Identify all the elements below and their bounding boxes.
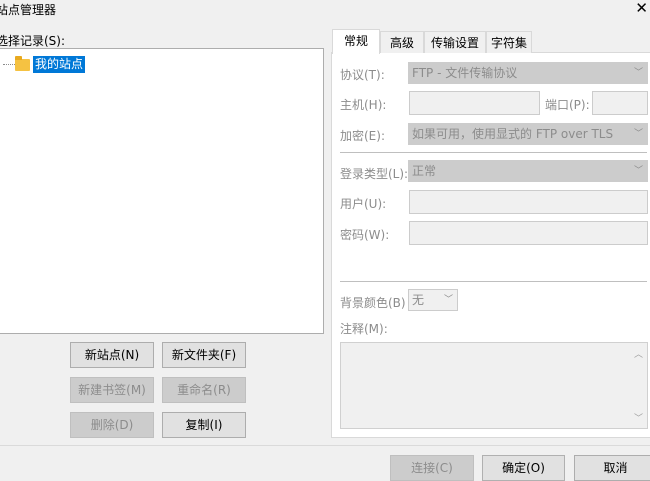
new-folder-button[interactable]: 新文件夹(F) <box>162 342 246 368</box>
user-input[interactable] <box>409 190 648 214</box>
encryption-value: 如果可用，使用显式的 FTP over TLS <box>412 127 614 141</box>
tree-node-my-sites[interactable]: 我的站点 <box>33 56 86 73</box>
connect-button[interactable]: 连接(C) <box>390 455 474 481</box>
tree-connector <box>3 64 15 65</box>
chevron-down-icon: ﹀ <box>633 166 643 176</box>
port-label: 端口(P): <box>545 98 590 112</box>
divider <box>340 281 647 282</box>
scroll-down-icon[interactable]: ﹀ <box>634 411 643 424</box>
ok-button[interactable]: 确定(O) <box>482 455 565 481</box>
chevron-down-icon: ﹀ <box>633 129 643 139</box>
chevron-down-icon: ﹀ <box>443 295 453 305</box>
background-color-value: 无 <box>412 293 425 307</box>
background-color-label: 背景颜色(B) <box>340 296 406 310</box>
new-site-button[interactable]: 新站点(N) <box>70 342 154 368</box>
tab-charset[interactable]: 字符集 <box>486 31 532 53</box>
cancel-button[interactable]: 取消 <box>574 455 650 481</box>
comments-label: 注释(M): <box>340 322 388 336</box>
site-tree[interactable]: 我的站点 <box>0 48 324 334</box>
copy-button[interactable]: 复制(I) <box>162 412 246 438</box>
site-manager-window: 站点管理器 ✕ 选择记录(S): 我的站点 新站点(N) 新文件夹(F) 新建书… <box>0 0 650 481</box>
encryption-select[interactable]: 如果可用，使用显式的 FTP over TLS ﹀ <box>408 123 648 145</box>
tree-label: 选择记录(S): <box>0 34 66 48</box>
scroll-up-icon[interactable]: ︿ <box>634 347 643 360</box>
divider <box>340 152 647 153</box>
folder-icon <box>15 56 30 71</box>
tab-general[interactable]: 常规 <box>332 29 380 54</box>
background-color-select[interactable]: 无 ﹀ <box>408 289 458 311</box>
host-label: 主机(H): <box>340 98 387 112</box>
logon-type-label: 登录类型(L): <box>340 167 409 181</box>
tab-advanced[interactable]: 高级 <box>380 31 424 53</box>
footer-divider <box>0 445 650 446</box>
password-label: 密码(W): <box>340 228 390 242</box>
rename-button[interactable]: 重命名(R) <box>162 377 246 403</box>
password-input[interactable] <box>409 221 648 245</box>
delete-button[interactable]: 删除(D) <box>70 412 154 438</box>
host-input[interactable] <box>409 91 540 115</box>
close-icon[interactable]: ✕ <box>635 0 648 17</box>
logon-type-value: 正常 <box>412 164 437 178</box>
encryption-label: 加密(E): <box>340 129 385 143</box>
chevron-down-icon: ﹀ <box>633 68 643 78</box>
protocol-value: FTP - 文件传输协议 <box>412 66 518 80</box>
new-bookmark-button[interactable]: 新建书签(M) <box>70 377 154 403</box>
tab-transfer-settings[interactable]: 传输设置 <box>424 31 486 53</box>
logon-type-select[interactable]: 正常 ﹀ <box>408 160 648 182</box>
comments-textarea[interactable]: ︿ ﹀ <box>340 342 648 429</box>
port-input[interactable] <box>592 91 648 115</box>
window-title: 站点管理器 <box>0 3 57 17</box>
protocol-label: 协议(T): <box>340 68 385 82</box>
user-label: 用户(U): <box>340 197 387 211</box>
protocol-select[interactable]: FTP - 文件传输协议 ﹀ <box>408 62 648 84</box>
